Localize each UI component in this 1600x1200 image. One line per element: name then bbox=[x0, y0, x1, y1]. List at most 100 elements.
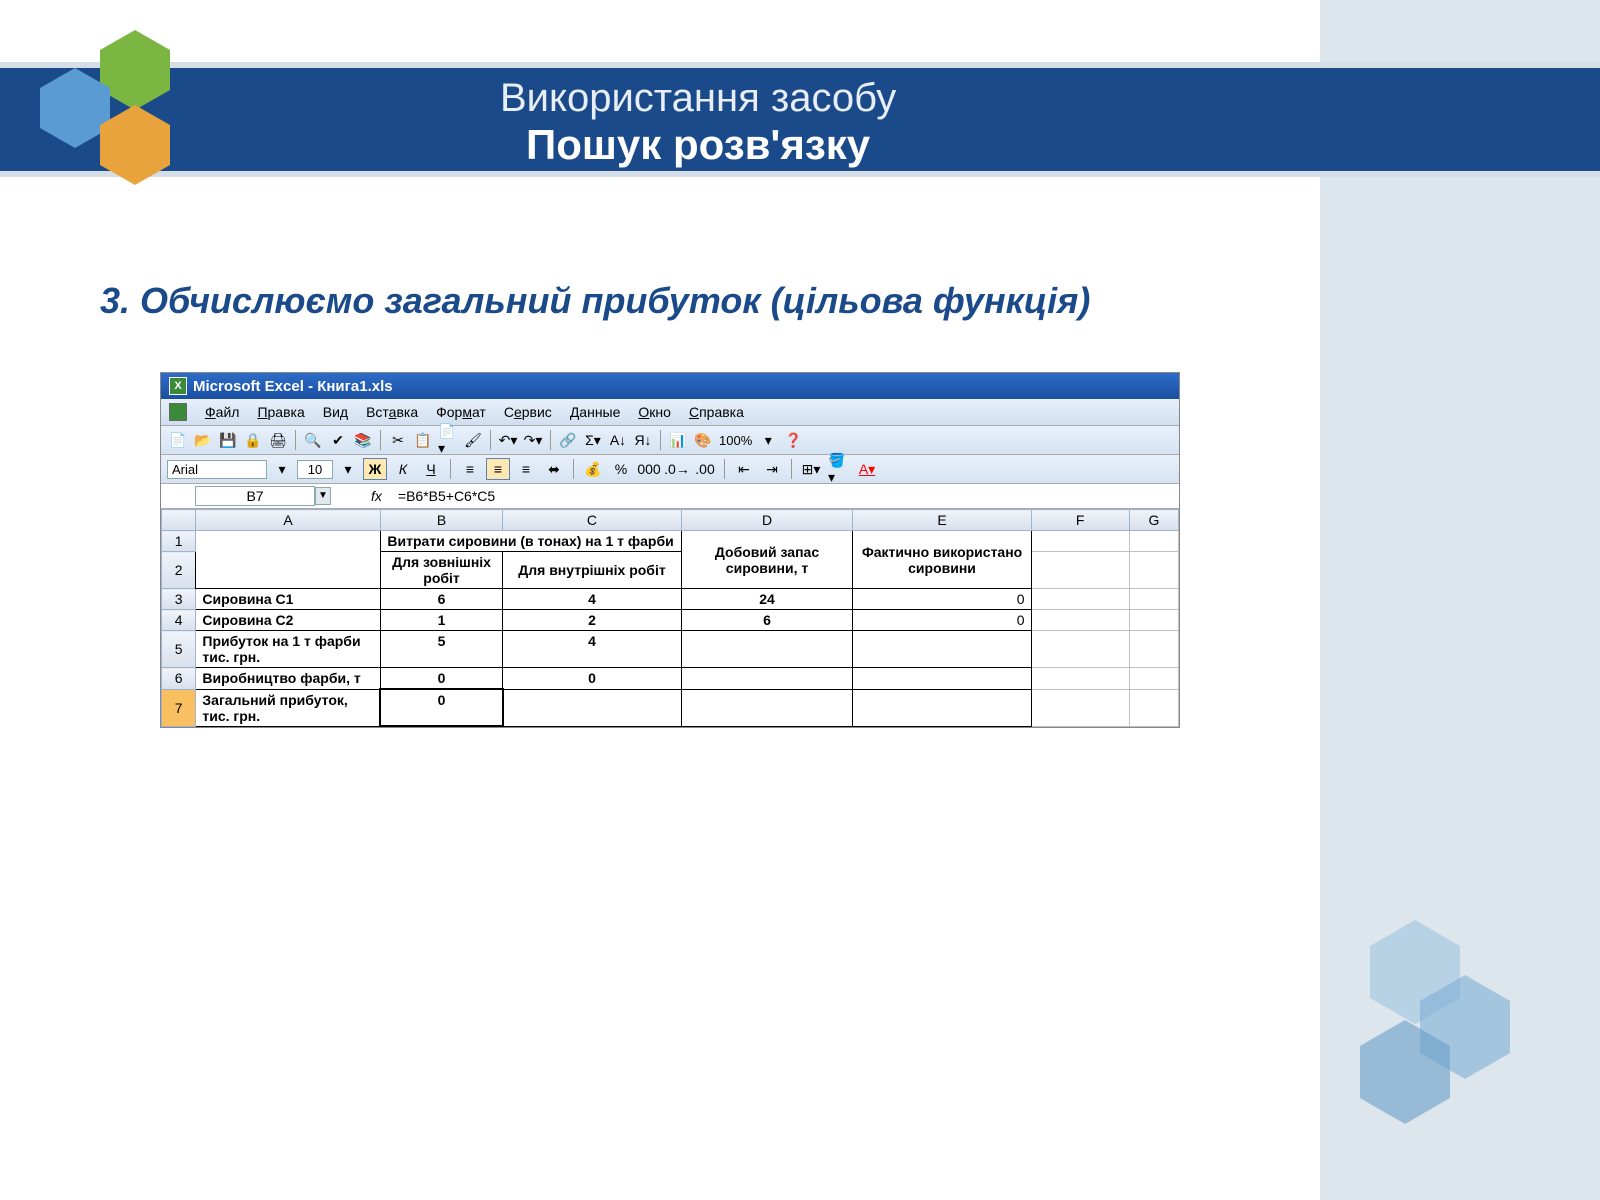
col-header-A[interactable]: A bbox=[196, 510, 380, 531]
borders-icon[interactable]: ⊞▾ bbox=[799, 458, 823, 480]
align-left-icon[interactable]: ≡ bbox=[458, 458, 482, 480]
row-header-7[interactable]: 7 bbox=[162, 689, 196, 726]
format-painter-icon[interactable]: 🖌 bbox=[462, 429, 484, 451]
row-header-5[interactable]: 5 bbox=[162, 631, 196, 668]
hyperlink-icon[interactable]: 🔗 bbox=[557, 429, 579, 451]
row-header-3[interactable]: 3 bbox=[162, 589, 196, 610]
row-header-2[interactable]: 2 bbox=[162, 552, 196, 589]
align-right-icon[interactable]: ≡ bbox=[514, 458, 538, 480]
help-icon[interactable]: ❓ bbox=[782, 429, 804, 451]
cell-G6[interactable] bbox=[1129, 668, 1178, 690]
cell-A5[interactable]: Прибуток на 1 т фарби тис. грн. bbox=[196, 631, 380, 668]
name-box[interactable]: B7 bbox=[195, 486, 315, 506]
font-color-icon[interactable]: A▾ bbox=[855, 458, 879, 480]
cell-A6[interactable]: Виробництво фарби, т bbox=[196, 668, 380, 690]
cell-F6[interactable] bbox=[1031, 668, 1129, 690]
cell-G2[interactable] bbox=[1129, 552, 1178, 589]
cell-E5[interactable] bbox=[853, 631, 1031, 668]
cell-B1-merged[interactable]: Витрати сировини (в тонах) на 1 т фарби bbox=[380, 531, 681, 552]
research-icon[interactable]: 📚 bbox=[352, 429, 374, 451]
paste-icon[interactable]: 📄▾ bbox=[437, 429, 459, 451]
cell-C5[interactable]: 4 bbox=[503, 631, 681, 668]
bold-button[interactable]: Ж bbox=[363, 458, 387, 480]
cell-E3[interactable]: 0 bbox=[853, 589, 1031, 610]
col-header-F[interactable]: F bbox=[1031, 510, 1129, 531]
menu-view[interactable]: Вид bbox=[323, 404, 348, 420]
increase-decimal-icon[interactable]: .0→ bbox=[665, 458, 689, 480]
menu-help[interactable]: Справка bbox=[689, 404, 744, 420]
increase-indent-icon[interactable]: ⇥ bbox=[760, 458, 784, 480]
merge-center-icon[interactable]: ⬌ bbox=[542, 458, 566, 480]
cell-F2[interactable] bbox=[1031, 552, 1129, 589]
cell-B5[interactable]: 5 bbox=[380, 631, 503, 668]
font-name-select[interactable] bbox=[167, 460, 267, 479]
menu-format[interactable]: Формат bbox=[436, 404, 486, 420]
cell-D4[interactable]: 6 bbox=[681, 610, 853, 631]
cell-F7[interactable] bbox=[1031, 689, 1129, 726]
cell-C3[interactable]: 4 bbox=[503, 589, 681, 610]
fill-color-icon[interactable]: 🪣▾ bbox=[827, 458, 851, 480]
cell-B4[interactable]: 1 bbox=[380, 610, 503, 631]
font-dropdown-icon[interactable]: ▾ bbox=[271, 458, 293, 480]
cell-G1[interactable] bbox=[1129, 531, 1178, 552]
cell-E1-merged[interactable]: Фактично використано сировини bbox=[853, 531, 1031, 589]
decrease-decimal-icon[interactable]: .00 bbox=[693, 458, 717, 480]
sort-desc-icon[interactable]: Я↓ bbox=[632, 429, 654, 451]
print-icon[interactable]: 🖨 bbox=[267, 429, 289, 451]
zoom-dropdown-icon[interactable]: ▾ bbox=[757, 429, 779, 451]
open-icon[interactable]: 📂 bbox=[192, 429, 214, 451]
cell-A7[interactable]: Загальний прибуток, тис. грн. bbox=[196, 689, 380, 726]
cell-A4[interactable]: Сировина С2 bbox=[196, 610, 380, 631]
cell-C2[interactable]: Для внутрішніх робіт bbox=[503, 552, 681, 589]
autosum-icon[interactable]: Σ▾ bbox=[582, 429, 604, 451]
cell-C7[interactable] bbox=[503, 689, 681, 726]
col-header-B[interactable]: B bbox=[380, 510, 503, 531]
cell-A1[interactable] bbox=[196, 531, 380, 589]
cell-D7[interactable] bbox=[681, 689, 853, 726]
formula-input[interactable]: =B6*B5+C6*C5 bbox=[394, 487, 1175, 505]
italic-button[interactable]: К bbox=[391, 458, 415, 480]
menu-tools[interactable]: Сервис bbox=[504, 404, 552, 420]
menu-edit[interactable]: Правка bbox=[257, 404, 304, 420]
size-dropdown-icon[interactable]: ▾ bbox=[337, 458, 359, 480]
align-center-icon[interactable]: ≡ bbox=[486, 458, 510, 480]
cell-G3[interactable] bbox=[1129, 589, 1178, 610]
menu-data[interactable]: Данные bbox=[570, 404, 621, 420]
save-icon[interactable]: 💾 bbox=[217, 429, 239, 451]
worksheet-grid[interactable]: A B C D E F G 1 Витрати сировини (в тона… bbox=[161, 509, 1179, 727]
cell-F1[interactable] bbox=[1031, 531, 1129, 552]
cell-G7[interactable] bbox=[1129, 689, 1178, 726]
permission-icon[interactable]: 🔒 bbox=[242, 429, 264, 451]
decrease-indent-icon[interactable]: ⇤ bbox=[732, 458, 756, 480]
comma-icon[interactable]: 000 bbox=[637, 458, 661, 480]
new-icon[interactable]: 📄 bbox=[167, 429, 189, 451]
cell-C4[interactable]: 2 bbox=[503, 610, 681, 631]
row-header-1[interactable]: 1 bbox=[162, 531, 196, 552]
col-header-D[interactable]: D bbox=[681, 510, 853, 531]
underline-button[interactable]: Ч bbox=[419, 458, 443, 480]
font-size-select[interactable] bbox=[297, 460, 333, 479]
menu-file[interactable]: Файл bbox=[205, 404, 239, 420]
cell-G4[interactable] bbox=[1129, 610, 1178, 631]
cell-G5[interactable] bbox=[1129, 631, 1178, 668]
print-preview-icon[interactable]: 🔍 bbox=[302, 429, 324, 451]
col-header-G[interactable]: G bbox=[1129, 510, 1178, 531]
spelling-icon[interactable]: ✔ bbox=[327, 429, 349, 451]
cell-F5[interactable] bbox=[1031, 631, 1129, 668]
menu-insert[interactable]: Вставка bbox=[366, 404, 418, 420]
cell-D1-merged[interactable]: Добовий запас сировини, т bbox=[681, 531, 853, 589]
cell-D6[interactable] bbox=[681, 668, 853, 690]
cell-D3[interactable]: 24 bbox=[681, 589, 853, 610]
name-box-dropdown-icon[interactable]: ▼ bbox=[315, 487, 331, 505]
col-header-E[interactable]: E bbox=[853, 510, 1031, 531]
redo-icon[interactable]: ↷▾ bbox=[522, 429, 544, 451]
cell-B6[interactable]: 0 bbox=[380, 668, 503, 690]
row-header-4[interactable]: 4 bbox=[162, 610, 196, 631]
percent-icon[interactable]: % bbox=[609, 458, 633, 480]
zoom-control[interactable]: 100% bbox=[717, 433, 754, 448]
col-header-C[interactable]: C bbox=[503, 510, 681, 531]
cell-E4[interactable]: 0 bbox=[853, 610, 1031, 631]
cell-F4[interactable] bbox=[1031, 610, 1129, 631]
menu-window[interactable]: Окно bbox=[638, 404, 671, 420]
drawing-icon[interactable]: 🎨 bbox=[692, 429, 714, 451]
